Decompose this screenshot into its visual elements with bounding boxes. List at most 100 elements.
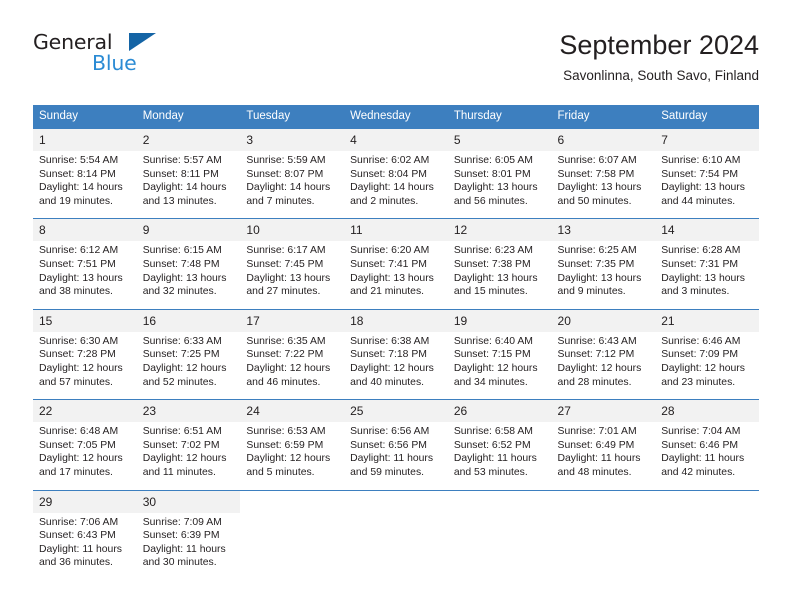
day-number: 5 <box>447 129 552 151</box>
calendar-day-cell[interactable]: 25 Sunrise: 6:56 AM Sunset: 6:56 PM Dayligh… <box>344 399 448 490</box>
daylight-text: Daylight: 13 hours and 32 minutes. <box>142 272 227 298</box>
calendar-day-cell[interactable]: 17 Sunrise: 6:35 AM Sunset: 7:22 PM Dayligh… <box>240 308 345 400</box>
day-number: 12 <box>447 219 552 242</box>
day-number-placeholder <box>344 490 448 513</box>
sunset-text: Sunset: 7:54 PM <box>661 168 739 180</box>
calendar-day-cell[interactable]: 12 Sunrise: 6:23 AM Sunset: 7:38 PM Dayligh… <box>447 218 552 310</box>
calendar-day-cell[interactable]: 9 Sunrise: 6:15 AM Sunset: 7:48 PM Daylight… <box>136 218 241 310</box>
sunrise-text: Sunrise: 7:04 AM <box>661 426 741 438</box>
calendar-day-cell[interactable]: 22 Sunrise: 6:48 AM Sunset: 7:05 PM Dayligh… <box>33 399 137 490</box>
calendar-day-cell[interactable]: 2 Sunrise: 5:57 AM Sunset: 8:11 PM Daylight… <box>136 127 241 219</box>
day-sun-info: Sunrise: 6:33 AM Sunset: 7:25 PM Daylight:… <box>137 332 241 399</box>
sunset-text: Sunset: 8:07 PM <box>246 168 324 180</box>
calendar-day-cell[interactable]: 29 Sunrise: 7:06 AM Sunset: 6:43 PM Dayligh… <box>33 489 137 580</box>
calendar-day-cell[interactable]: 5 Sunrise: 6:05 AM Sunset: 8:01 PM Daylight… <box>447 127 552 219</box>
day-number: 16 <box>136 309 241 332</box>
sunset-text: Sunset: 7:09 PM <box>661 349 739 361</box>
day-number: 28 <box>655 400 759 423</box>
weekday-header-thursday: Thursday <box>447 105 552 129</box>
sunrise-text: Sunrise: 6:25 AM <box>557 245 637 257</box>
sunrise-text: Sunrise: 6:23 AM <box>453 245 533 257</box>
sunrise-text: Sunrise: 6:05 AM <box>453 155 533 166</box>
sunrise-text: Sunrise: 7:01 AM <box>557 426 637 438</box>
sunrise-text: Sunrise: 6:02 AM <box>350 155 430 166</box>
calendar-day-cell[interactable]: 14 Sunrise: 6:28 AM Sunset: 7:31 PM Dayligh… <box>655 218 759 310</box>
sunset-text: Sunset: 6:52 PM <box>453 439 531 451</box>
calendar-day-cell[interactable]: 21 Sunrise: 6:46 AM Sunset: 7:09 PM Dayligh… <box>655 308 759 400</box>
calendar-day-cell[interactable]: 3 Sunrise: 5:59 AM Sunset: 8:07 PM Daylight… <box>240 127 345 219</box>
day-number: 23 <box>136 400 241 423</box>
day-number: 22 <box>33 400 137 423</box>
calendar-day-cell[interactable]: 8 Sunrise: 6:12 AM Sunset: 7:51 PM Daylight… <box>33 218 137 310</box>
calendar-day-cell[interactable]: 27 Sunrise: 7:01 AM Sunset: 6:49 PM Dayligh… <box>551 399 656 490</box>
sunset-text: Sunset: 6:46 PM <box>661 439 739 451</box>
day-sun-info: Sunrise: 5:57 AM Sunset: 8:11 PM Daylight:… <box>137 151 241 218</box>
sunset-text: Sunset: 6:56 PM <box>350 439 427 451</box>
title-block: September 2024 Savonlinna, South Savo, F… <box>559 28 759 86</box>
day-number: 3 <box>240 129 345 151</box>
sunset-text: Sunset: 8:14 PM <box>39 168 116 180</box>
sunrise-text: Sunrise: 7:09 AM <box>142 516 222 528</box>
sunset-text: Sunset: 7:15 PM <box>453 349 531 361</box>
sunrise-text: Sunrise: 6:51 AM <box>142 426 222 438</box>
daylight-text: Daylight: 12 hours and 57 minutes. <box>39 362 123 388</box>
calendar-day-cell[interactable]: 4 Sunrise: 6:02 AM Sunset: 8:04 PM Daylight… <box>344 127 448 219</box>
sunset-text: Sunset: 8:04 PM <box>350 168 427 180</box>
day-number: 29 <box>33 490 137 513</box>
day-sun-info: Sunrise: 7:06 AM Sunset: 6:43 PM Daylight:… <box>33 513 137 580</box>
daylight-text: Daylight: 14 hours and 13 minutes. <box>142 182 227 207</box>
calendar-day-cell[interactable]: 13 Sunrise: 6:25 AM Sunset: 7:35 PM Dayligh… <box>551 218 656 310</box>
daylight-text: Daylight: 14 hours and 19 minutes. <box>39 182 123 207</box>
calendar-day-cell[interactable]: 23 Sunrise: 6:51 AM Sunset: 7:02 PM Dayligh… <box>136 399 241 490</box>
sunset-text: Sunset: 7:41 PM <box>350 258 427 270</box>
day-number: 27 <box>551 400 656 423</box>
sunset-text: Sunset: 6:59 PM <box>246 439 324 451</box>
sunrise-text: Sunrise: 5:57 AM <box>142 155 222 166</box>
sunset-text: Sunset: 7:51 PM <box>39 258 116 270</box>
sunrise-text: Sunrise: 6:38 AM <box>350 335 430 347</box>
calendar-day-cell[interactable]: 28 Sunrise: 7:04 AM Sunset: 6:46 PM Dayligh… <box>655 399 759 490</box>
calendar-cell-empty <box>344 489 448 580</box>
calendar-day-cell[interactable]: 7 Sunrise: 6:10 AM Sunset: 7:54 PM Daylight… <box>655 127 759 219</box>
calendar-day-cell[interactable]: 20 Sunrise: 6:43 AM Sunset: 7:12 PM Dayligh… <box>551 308 656 400</box>
daylight-text: Daylight: 13 hours and 50 minutes. <box>557 182 642 207</box>
day-number: 25 <box>344 400 448 423</box>
calendar-day-cell[interactable]: 1 Sunrise: 5:54 AM Sunset: 8:14 PM Daylight… <box>33 127 137 219</box>
day-number: 6 <box>551 129 656 151</box>
sunset-text: Sunset: 6:39 PM <box>142 530 220 542</box>
weekday-header-tuesday: Tuesday <box>240 105 345 129</box>
day-sun-info: Sunrise: 7:04 AM Sunset: 6:46 PM Daylight:… <box>655 422 759 489</box>
sunset-text: Sunset: 7:18 PM <box>350 349 427 361</box>
sunset-text: Sunset: 7:22 PM <box>246 349 324 361</box>
sunset-text: Sunset: 7:31 PM <box>661 258 739 270</box>
calendar-day-cell[interactable]: 16 Sunrise: 6:33 AM Sunset: 7:25 PM Dayligh… <box>136 308 241 400</box>
calendar-day-cell[interactable]: 18 Sunrise: 6:38 AM Sunset: 7:18 PM Dayligh… <box>344 308 448 400</box>
sunrise-text: Sunrise: 6:40 AM <box>453 335 533 347</box>
day-sun-info: Sunrise: 6:20 AM Sunset: 7:41 PM Daylight:… <box>344 241 448 308</box>
day-sun-info: Sunrise: 6:35 AM Sunset: 7:22 PM Daylight:… <box>240 332 344 399</box>
logo-triangle-icon <box>129 33 156 51</box>
calendar-day-cell[interactable]: 19 Sunrise: 6:40 AM Sunset: 7:15 PM Dayligh… <box>447 308 552 400</box>
calendar-day-cell[interactable]: 11 Sunrise: 6:20 AM Sunset: 7:41 PM Dayligh… <box>344 218 448 310</box>
calendar-day-cell[interactable]: 24 Sunrise: 6:53 AM Sunset: 6:59 PM Dayligh… <box>240 399 345 490</box>
calendar-day-cell[interactable]: 15 Sunrise: 6:30 AM Sunset: 7:28 PM Dayligh… <box>33 308 137 400</box>
weekday-header-sunday: Sunday <box>33 105 137 129</box>
sunset-text: Sunset: 7:48 PM <box>142 258 220 270</box>
sunset-text: Sunset: 7:05 PM <box>39 439 116 451</box>
calendar-day-cell[interactable]: 30 Sunrise: 7:09 AM Sunset: 6:39 PM Dayligh… <box>136 489 241 580</box>
sunrise-text: Sunrise: 6:58 AM <box>453 426 533 438</box>
weekday-header-saturday: Saturday <box>655 105 759 129</box>
day-number: 17 <box>240 309 345 332</box>
day-number-placeholder <box>551 490 656 513</box>
sunrise-text: Sunrise: 6:46 AM <box>661 335 741 347</box>
day-sun-info: Sunrise: 6:48 AM Sunset: 7:05 PM Daylight:… <box>33 422 137 489</box>
day-sun-info: Sunrise: 6:10 AM Sunset: 7:54 PM Daylight:… <box>655 151 759 218</box>
calendar-cell-empty <box>551 489 656 580</box>
calendar-week-row: 22 Sunrise: 6:48 AM Sunset: 7:05 PM Dayligh… <box>33 399 759 490</box>
calendar-day-cell[interactable]: 6 Sunrise: 6:07 AM Sunset: 7:58 PM Daylight… <box>551 127 656 219</box>
calendar-day-cell[interactable]: 10 Sunrise: 6:17 AM Sunset: 7:45 PM Dayligh… <box>240 218 345 310</box>
sunset-text: Sunset: 6:49 PM <box>557 439 635 451</box>
calendar-day-cell[interactable]: 26 Sunrise: 6:58 AM Sunset: 6:52 PM Dayligh… <box>447 399 552 490</box>
sunrise-text: Sunrise: 6:56 AM <box>350 426 430 438</box>
daylight-text: Daylight: 13 hours and 27 minutes. <box>246 272 331 298</box>
